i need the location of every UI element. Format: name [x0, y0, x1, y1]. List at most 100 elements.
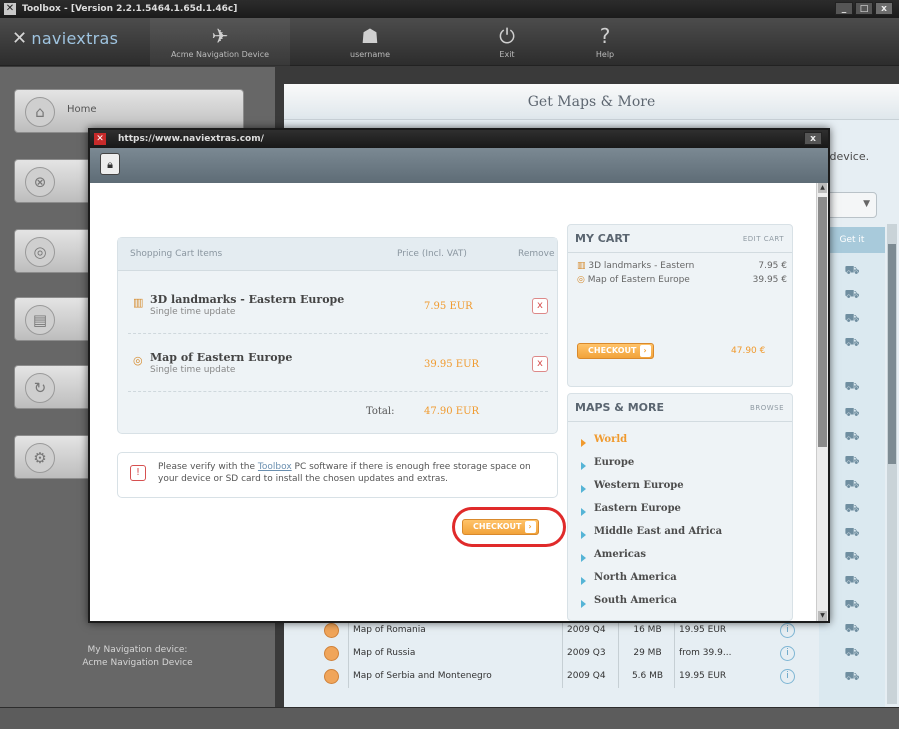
landmark-icon: ▥: [133, 296, 144, 309]
my-cart-checkout-button[interactable]: CHECKOUT ›: [577, 343, 654, 359]
category-north-america[interactable]: North America: [578, 572, 722, 595]
cart-item: ▥ 3D landmarks - Eastern Europe Single t…: [128, 282, 548, 334]
popup-close-button[interactable]: x: [804, 132, 822, 145]
sidebar-item-home[interactable]: ⌂ Home: [14, 89, 244, 133]
category-eastern-europe[interactable]: Eastern Europe: [578, 503, 722, 526]
info-icon[interactable]: i: [780, 669, 795, 684]
product-status-icon: [324, 623, 339, 638]
add-cart-icon[interactable]: ⛟: [843, 379, 861, 393]
my-cart-item: ◎ Map of Eastern Europe 39.95 €: [577, 275, 787, 285]
cart-col-remove: Remove: [518, 249, 555, 259]
device-icon: ▤: [25, 305, 55, 335]
close-window-button[interactable]: x: [875, 2, 893, 15]
category-world[interactable]: World: [578, 434, 722, 457]
help-label: Help: [595, 50, 615, 59]
landmark-icon: ▥: [577, 261, 589, 271]
info-icon[interactable]: i: [780, 623, 795, 638]
my-cart-item-price: 7.95 €: [758, 261, 787, 271]
checkout-label: CHECKOUT: [588, 346, 637, 355]
help-button[interactable]: ? Help: [565, 18, 645, 66]
add-cart-icon[interactable]: ⛟: [843, 525, 861, 539]
toolbox-window: ✕ Toolbox - [Version 2.2.1.5464.1.65d.1.…: [0, 0, 899, 729]
scroll-up-icon[interactable]: ▲: [818, 183, 827, 193]
edit-cart-link[interactable]: EDIT CART: [743, 235, 784, 243]
exit-label: Exit: [499, 50, 515, 59]
category-middle-east-africa[interactable]: Middle East and Africa: [578, 526, 722, 549]
add-cart-icon[interactable]: ⛟: [843, 453, 861, 467]
help-icon: ?: [599, 24, 611, 48]
product-size: 5.6 MB: [618, 665, 672, 688]
category-south-america[interactable]: South America: [578, 595, 722, 618]
table-row[interactable]: Map of Russia 2009 Q3 29 MB from 39.9...…: [312, 642, 817, 665]
maps-more-box: MAPS & MORE BROWSE World Europe Western …: [567, 393, 793, 621]
scrollbar-thumb[interactable]: [818, 197, 827, 447]
category-americas[interactable]: Americas: [578, 549, 722, 572]
scrollbar-thumb[interactable]: [888, 244, 896, 464]
add-cart-icon[interactable]: ⛟: [843, 669, 861, 683]
category-europe[interactable]: Europe: [578, 457, 722, 480]
popup-scrollbar[interactable]: ▲ ▼: [816, 183, 828, 621]
arrow-right-icon: ›: [639, 345, 651, 357]
window-titlebar: ✕ Toolbox - [Version 2.2.1.5464.1.65d.1.…: [0, 0, 899, 18]
add-cart-icon[interactable]: ⛟: [843, 573, 861, 587]
browse-link[interactable]: BROWSE: [750, 404, 784, 412]
map-icon: ◎: [577, 275, 588, 285]
popup-titlebar: ✕ https://www.naviextras.com/ x: [90, 130, 828, 148]
product-status-icon: [324, 646, 339, 661]
add-cart-icon[interactable]: ⛟: [843, 597, 861, 611]
warning-icon: !: [130, 465, 146, 481]
device-label: Acme Navigation Device: [170, 50, 270, 59]
add-cart-icon[interactable]: ⛟: [843, 549, 861, 563]
product-date: 2009 Q3: [562, 642, 614, 665]
brand-logo: ✕ naviextras: [12, 28, 118, 49]
table-row[interactable]: Map of Serbia and Montenegro 2009 Q4 5.6…: [312, 665, 817, 688]
lock-icon: 🔒︎: [100, 153, 120, 175]
minimize-button[interactable]: _: [835, 2, 853, 15]
cart-item-name: Map of Eastern Europe: [150, 351, 293, 364]
globe-icon: ◎: [25, 237, 55, 267]
info-icon[interactable]: i: [780, 646, 795, 661]
product-price: from 39.9...: [674, 642, 740, 665]
add-cart-icon[interactable]: ⛟: [843, 429, 861, 443]
add-cart-icon[interactable]: ⛟: [843, 405, 861, 419]
my-cart-box: MY CART EDIT CART ▥ 3D landmarks - Easte…: [567, 224, 793, 387]
maps-more-title: MAPS & MORE: [575, 401, 664, 414]
disc-icon: ⊗: [25, 167, 55, 197]
power-icon: ⏻: [499, 24, 515, 48]
my-cart-header: MY CART EDIT CART: [568, 225, 792, 253]
add-cart-icon[interactable]: ⛟: [843, 311, 861, 325]
my-cart-item: ▥ 3D landmarks - Eastern 7.95 €: [577, 261, 787, 271]
refresh-icon: ↻: [25, 373, 55, 403]
main-scrollbar[interactable]: [887, 224, 897, 704]
total-value: 47.90 EUR: [424, 406, 480, 417]
my-cart-title: MY CART: [575, 232, 630, 245]
maximize-button[interactable]: □: [855, 2, 873, 15]
maps-table: Map of Romania 2009 Q4 16 MB 19.95 EUR i…: [312, 619, 817, 688]
user-icon: ☗: [361, 24, 379, 48]
storage-notice: ! Please verify with the Toolbox PC soft…: [117, 452, 558, 498]
remove-button[interactable]: x: [532, 356, 548, 372]
scroll-down-icon[interactable]: ▼: [818, 611, 827, 621]
add-cart-icon[interactable]: ⛟: [843, 501, 861, 515]
category-western-europe[interactable]: Western Europe: [578, 480, 722, 503]
my-cart-item-name: Map of Eastern Europe: [587, 275, 690, 285]
user-button[interactable]: ☗ username: [330, 18, 410, 66]
add-cart-icon[interactable]: ⛟: [843, 621, 861, 635]
add-cart-icon[interactable]: ⛟: [843, 335, 861, 349]
product-price: 19.95 EUR: [674, 665, 740, 688]
app-logo-icon: ✕: [4, 3, 16, 15]
device-button[interactable]: ✈ Acme Navigation Device: [150, 18, 290, 66]
remove-button[interactable]: x: [532, 298, 548, 314]
add-cart-icon[interactable]: ⛟: [843, 287, 861, 301]
add-cart-icon[interactable]: ⛟: [843, 263, 861, 277]
map-icon: ◎: [133, 354, 143, 367]
notice-text-before: Please verify with the: [158, 462, 258, 472]
add-cart-icon[interactable]: ⛟: [843, 645, 861, 659]
exit-button[interactable]: ⏻ Exit: [467, 18, 547, 66]
maps-more-header: MAPS & MORE BROWSE: [568, 394, 792, 422]
cart-col-price: Price (Incl. VAT): [397, 249, 467, 259]
window-controls: _ □ x: [835, 2, 893, 15]
toolbox-link[interactable]: Toolbox: [258, 462, 292, 472]
total-label: Total:: [366, 406, 395, 417]
add-cart-icon[interactable]: ⛟: [843, 477, 861, 491]
